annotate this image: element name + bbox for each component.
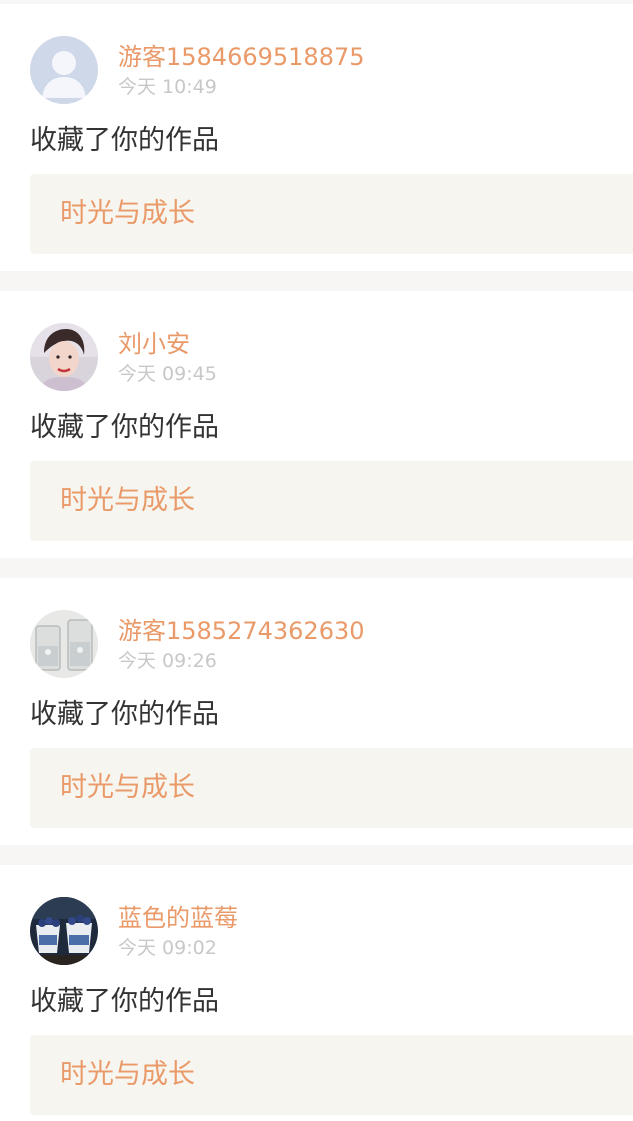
work-title: 时光与成长 [60, 772, 195, 803]
notification-item[interactable]: 游客1584669518875 今天 10:49 收藏了你的作品 时光与成长 [0, 4, 633, 271]
notification-item[interactable]: 游客1585274362630 今天 09:26 收藏了你的作品 时光与成长 [0, 578, 633, 845]
work-card[interactable]: 时光与成长 [30, 748, 633, 828]
notification-item[interactable]: 蓝色的蓝莓 今天 09:02 收藏了你的作品 时光与成长 [0, 865, 633, 1121]
work-card[interactable]: 时光与成长 [30, 1035, 633, 1115]
username[interactable]: 刘小安 [118, 329, 190, 359]
timestamp: 今天 09:02 [118, 937, 217, 959]
avatar[interactable] [30, 897, 98, 965]
avatar[interactable] [30, 36, 98, 104]
notification-item[interactable]: 刘小安 今天 09:45 收藏了你的作品 时光与成长 [0, 291, 633, 558]
avatar[interactable] [30, 610, 98, 678]
default-person-icon [30, 36, 98, 104]
glasses-photo-icon [30, 610, 98, 678]
timestamp: 今天 09:45 [118, 363, 217, 385]
action-text: 收藏了你的作品 [30, 412, 219, 443]
username[interactable]: 游客1584669518875 [118, 42, 365, 72]
action-text: 收藏了你的作品 [30, 125, 219, 156]
work-card[interactable]: 时光与成长 [30, 461, 633, 541]
username[interactable]: 蓝色的蓝莓 [118, 903, 238, 933]
timestamp: 今天 09:26 [118, 650, 217, 672]
avatar[interactable] [30, 323, 98, 391]
blueberry-cups-photo-icon [30, 897, 98, 965]
timestamp: 今天 10:49 [118, 76, 217, 98]
work-title: 时光与成长 [60, 198, 195, 229]
work-title: 时光与成长 [60, 485, 195, 516]
work-title: 时光与成长 [60, 1059, 195, 1090]
notification-feed: 游客1584669518875 今天 10:49 收藏了你的作品 时光与成长 刘… [0, 0, 633, 1121]
woman-photo-icon [30, 323, 98, 391]
action-text: 收藏了你的作品 [30, 699, 219, 730]
action-text: 收藏了你的作品 [30, 986, 219, 1017]
work-card[interactable]: 时光与成长 [30, 174, 633, 254]
username[interactable]: 游客1585274362630 [118, 616, 365, 646]
